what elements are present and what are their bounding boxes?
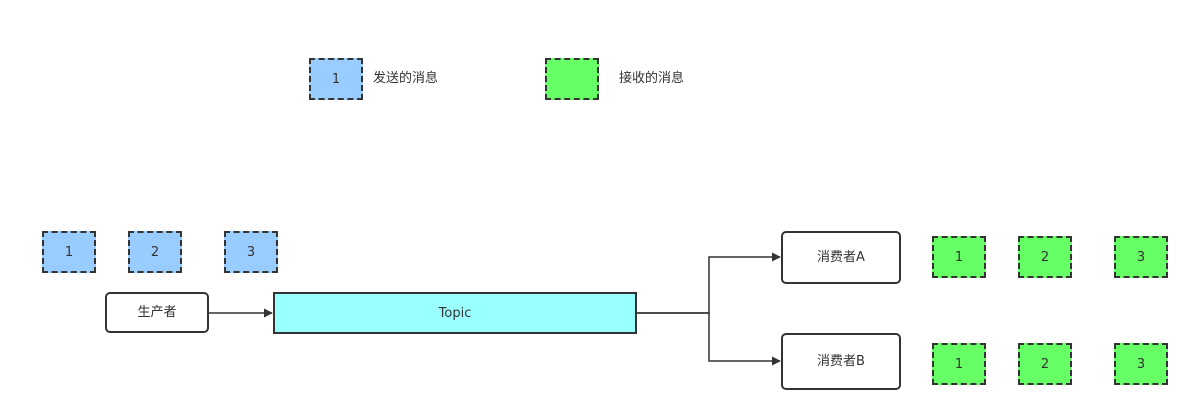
consumer-a-message-3: 3 [1114,236,1168,278]
consumer-b-label: 消费者B [817,354,865,369]
topic-node: Topic [273,292,637,334]
legend-sent-label: 发送的消息 [373,71,439,86]
producer-message-2-number: 2 [150,244,160,260]
consumer-b-message-1-number: 1 [954,356,964,372]
legend-received-swatch [545,58,599,100]
consumer-b-message-2: 2 [1018,343,1072,385]
consumer-b-message-1: 1 [932,343,986,385]
consumer-a-message-2-number: 2 [1040,249,1050,265]
producer-message-1-number: 1 [64,244,74,260]
consumer-a-message-1: 1 [932,236,986,278]
producer-message-1: 1 [42,231,96,273]
legend-sent-number: 1 [331,71,341,87]
producer-node: 生产者 [105,292,209,333]
topic-to-consumer-b-arrow [637,312,781,366]
producer-message-3-number: 3 [246,244,256,260]
consumer-b-message-2-number: 2 [1040,356,1050,372]
consumer-a-label: 消费者A [817,250,865,265]
producer-message-3: 3 [224,231,278,273]
message-flow-diagram: 1 发送的消息 接收的消息 1 2 3 生产者 Topic 消费者A 1 2 3… [0,0,1191,413]
producer-label: 生产者 [137,305,177,320]
consumer-b-message-3-number: 3 [1136,356,1146,372]
legend-sent-swatch: 1 [309,58,363,100]
producer-message-2: 2 [128,231,182,273]
topic-label: Topic [438,305,472,321]
consumer-a-node: 消费者A [781,231,901,284]
consumer-a-message-1-number: 1 [954,249,964,265]
consumer-a-message-2: 2 [1018,236,1072,278]
legend-received-label: 接收的消息 [619,71,685,86]
consumer-b-node: 消费者B [781,333,901,390]
topic-to-consumer-a-arrow [637,252,781,314]
consumer-a-message-3-number: 3 [1136,249,1146,265]
consumer-b-message-3: 3 [1114,343,1168,385]
